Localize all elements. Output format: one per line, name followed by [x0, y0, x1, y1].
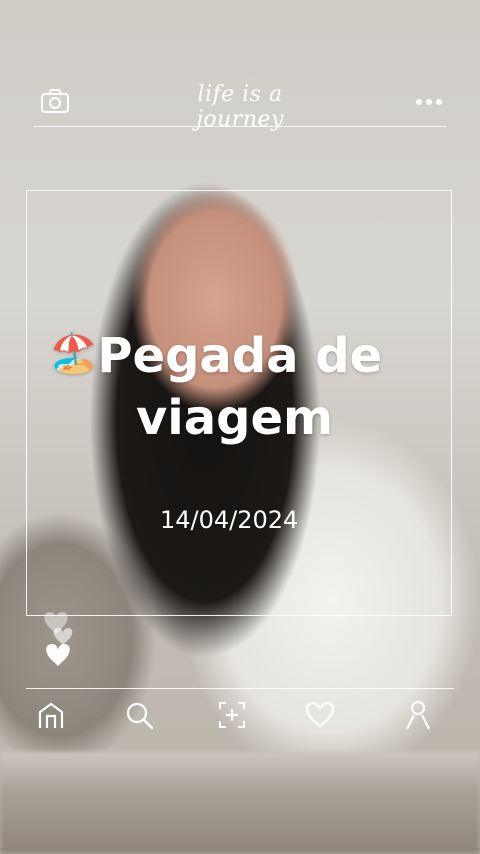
post-title: 🏖️Pegada de viagem [50, 322, 450, 449]
header-divider [34, 126, 446, 127]
post-date: 14/04/2024 [160, 506, 299, 534]
post-title-line1: Pegada de [97, 328, 383, 384]
header-tagline: life is a journey [196, 82, 284, 132]
profile-icon[interactable] [403, 700, 433, 730]
background-photo-bottom [0, 752, 480, 854]
add-icon[interactable] [217, 700, 247, 730]
home-icon[interactable] [36, 700, 66, 730]
more-dots-icon[interactable] [415, 98, 443, 106]
post-title-line2: viagem [136, 390, 334, 446]
camera-icon[interactable] [40, 88, 70, 114]
nav-divider [26, 688, 454, 689]
search-icon[interactable] [124, 700, 154, 730]
beach-umbrella-emoji: 🏖️ [50, 331, 98, 375]
heart-icon[interactable] [305, 700, 335, 730]
hearts-icon[interactable] [38, 610, 82, 670]
